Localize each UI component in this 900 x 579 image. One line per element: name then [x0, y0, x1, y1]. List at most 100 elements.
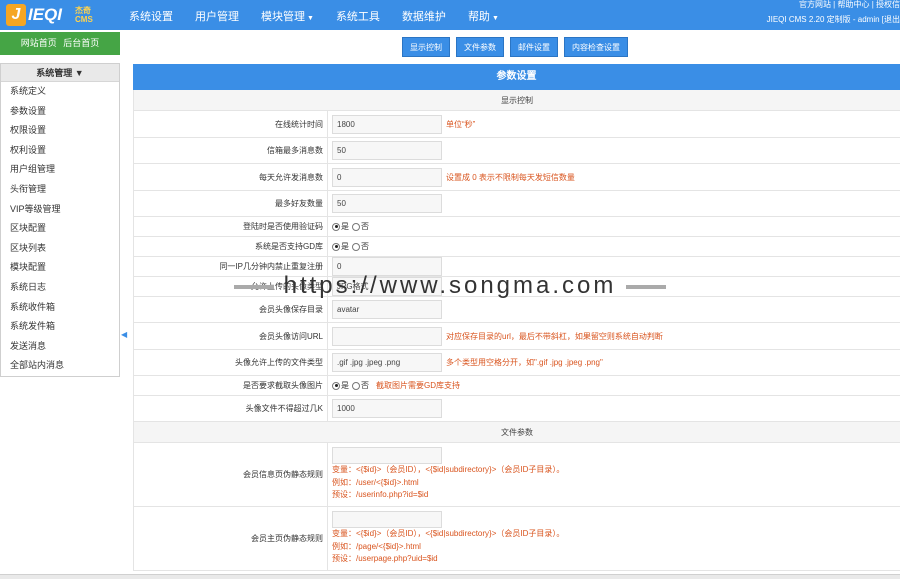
row-label: 登陆时是否使用验证码 [243, 222, 323, 231]
nav-item[interactable]: 系统设置 [118, 0, 184, 30]
logo-sub-bottom: CMS [75, 15, 93, 24]
settings-row: 是否要求截取头像图片 是 否截取图片需要GD库支持 [134, 376, 900, 396]
row-label: 会员信息页伪静态规则 [243, 470, 323, 479]
horizontal-scrollbar[interactable] [0, 574, 900, 579]
field-note: 变量：<{$id}>（会员ID），<{$id|subdirectory}>（会员… [332, 465, 565, 474]
settings-row: 在线统计时间 1800 单位“秒” [134, 111, 900, 138]
tab-bar: 显示控制 文件参数 邮件设置 内容检查设置 [130, 37, 900, 59]
text-input[interactable]: .gif .jpg .jpeg .png [332, 353, 442, 372]
caret-down-icon: ▼ [74, 68, 84, 78]
text-input[interactable]: 50 [332, 141, 442, 160]
settings-row: 最多好友数量 50 [134, 191, 900, 217]
row-label: 最多好友数量 [275, 199, 323, 208]
text-input[interactable]: 0 [332, 167, 442, 187]
row-label: 会员头像访问URL [258, 331, 323, 341]
field-note: 预设：/userpage.php?uid=$id [332, 554, 438, 563]
sidebar-menu-item[interactable]: 头衔管理 [1, 180, 119, 200]
radio-label: 是 [341, 242, 349, 251]
row-value: 对应保存目录的url，最后不带斜杠，如果留空则系统自动判断 [327, 323, 900, 349]
logo-sub: 杰奇 CMS [75, 6, 93, 24]
tab-button[interactable]: 内容检查设置 [564, 37, 628, 57]
nav-item[interactable]: 数据维护 [391, 0, 457, 30]
radio-button[interactable] [352, 222, 360, 231]
field-note: 例如：/page/<{$id}>.html [332, 541, 421, 551]
tab-button[interactable]: 文件参数 [456, 37, 504, 57]
system-menu-header[interactable]: 系统管理 ▼ [1, 64, 119, 82]
sidebar-menu-item[interactable]: 全部站内消息 [1, 356, 119, 376]
site-logo[interactable]: J IEQI 杰奇 CMS [6, 4, 106, 26]
section-header: 显示控制 [134, 90, 900, 111]
text-input[interactable] [332, 447, 442, 464]
sidebar-menu-item[interactable]: 区块配置 [1, 219, 119, 239]
row-value: 50 [327, 138, 900, 163]
nav-item[interactable]: 用户管理 [184, 0, 250, 30]
row-value: 1800 单位“秒” [327, 111, 900, 137]
sidebar-menu-item[interactable]: 区块列表 [1, 239, 119, 259]
settings-row: 头像允许上传的文件类型 .gif .jpg .jpeg .png 多个类型用空格分开… [134, 350, 900, 376]
tab-button[interactable]: 邮件设置 [510, 37, 558, 57]
watermark-bar-right [626, 284, 667, 289]
row-label: 每天允许发消息数 [259, 172, 323, 182]
field-note: 设置成 0 表示不限制每天发短信数量 [446, 172, 575, 182]
settings-table: 显示控制 在线统计时间 1800 单位“秒” 信箱最多消息数 50 每天允许发消息数 0 设置成… [133, 90, 900, 571]
radio-label: 否 [361, 242, 369, 251]
settings-row: 信箱最多消息数 50 [134, 138, 900, 164]
radio-button[interactable] [352, 242, 360, 251]
settings-row: 会员信息页伪静态规则 变量：<{$id}>（会员ID），<{$id|subdire… [134, 443, 900, 507]
caret-down-icon: ▼ [307, 15, 314, 22]
top-links[interactable]: 官方网站 | 帮助中心 | 授权信 [799, 0, 900, 9]
nav-item[interactable]: 帮助 ▼ [457, 0, 510, 30]
row-label: 会员主页伪静态规则 [251, 534, 323, 543]
row-value: .gif .jpg .jpeg .png 多个类型用空格分开，如".gif .jp… [327, 350, 900, 375]
settings-row: 会员主页伪静态规则 变量：<{$id}>（会员ID），<{$id|subdirec… [134, 507, 900, 571]
radio-button[interactable] [332, 242, 340, 251]
nav-item[interactable]: 系统工具 [325, 0, 391, 30]
radio-button[interactable] [332, 222, 340, 231]
text-input[interactable]: avatar [332, 300, 442, 319]
sidebar-menu-item[interactable]: 参数设置 [1, 102, 119, 122]
section-header: 文件参数 [134, 422, 900, 443]
nav-item[interactable]: 模块管理 ▼ [250, 0, 325, 30]
sidebar-menu-item[interactable]: 权利设置 [1, 141, 119, 161]
nav-item-label: 模块管理 [261, 11, 305, 23]
nav-item-label: 帮助 [467, 11, 490, 23]
row-value: 变量：<{$id}>（会员ID），<{$id|subdirectory}>（会员… [327, 443, 900, 506]
text-input[interactable]: 1800 [332, 114, 442, 134]
nav-item-label: 系统设置 [129, 11, 173, 23]
text-input[interactable]: 1000 [332, 399, 442, 418]
sidebar-menu-item[interactable]: 权限设置 [1, 121, 119, 141]
row-value: 50 [327, 191, 900, 216]
radio-button[interactable] [332, 381, 340, 390]
radio-label: 否 [361, 222, 369, 231]
field-note: 对应保存目录的url，最后不带斜杠，如果留空则系统自动判断 [446, 331, 663, 341]
field-note: 变量：<{$id}>（会员ID），<{$id|subdirectory}>（会员… [332, 529, 565, 538]
text-input[interactable] [332, 326, 442, 346]
settings-row: 每天允许发消息数 0 设置成 0 表示不限制每天发短信数量 [134, 164, 900, 191]
watermark: https://www.songma.com [0, 271, 900, 301]
row-label: 头像允许上传的文件类型 [235, 358, 323, 367]
collapse-arrow-icon[interactable]: ◀ [121, 330, 128, 344]
sidebar-menu-item[interactable]: 发送消息 [1, 337, 119, 357]
text-input[interactable] [332, 511, 442, 528]
page-title: 参数设置 [133, 64, 900, 90]
radio-button[interactable] [352, 381, 360, 390]
row-value: 是否 [327, 237, 900, 256]
row-label: 系统是否支持GD库 [255, 242, 323, 251]
settings-row: 系统是否支持GD库是否 [134, 237, 900, 257]
nav-item-label: 用户管理 [195, 11, 239, 23]
settings-row: 登陆时是否使用验证码是否 [134, 217, 900, 237]
tab-button[interactable]: 显示控制 [402, 37, 450, 57]
sidebar-menu-item[interactable]: VIP等级管理 [1, 200, 119, 220]
settings-row: 会员头像访问URL 对应保存目录的url，最后不带斜杠，如果留空则系统自动判断 [134, 323, 900, 350]
logo-mark: J [6, 4, 26, 26]
row-value: 是 否截取图片需要GD库支持 [327, 376, 900, 395]
radio-label: 是 [341, 222, 349, 231]
text-input[interactable]: 50 [332, 194, 442, 213]
row-value: 是否 [327, 217, 900, 236]
sidebar: 网站首页 后台首页 系统管理 ▼ 系统定义 参数设置 权限设置 权利设置 用户组管理 头衔… [0, 30, 127, 579]
sidebar-menu-item[interactable]: 用户组管理 [1, 160, 119, 180]
sidebar-menu-item[interactable]: 系统发件箱 [1, 317, 119, 337]
home-links-button[interactable]: 网站首页 后台首页 [0, 32, 120, 55]
row-label: 头像文件不得超过几K [245, 404, 323, 413]
sidebar-menu-item[interactable]: 系统定义 [1, 82, 119, 102]
